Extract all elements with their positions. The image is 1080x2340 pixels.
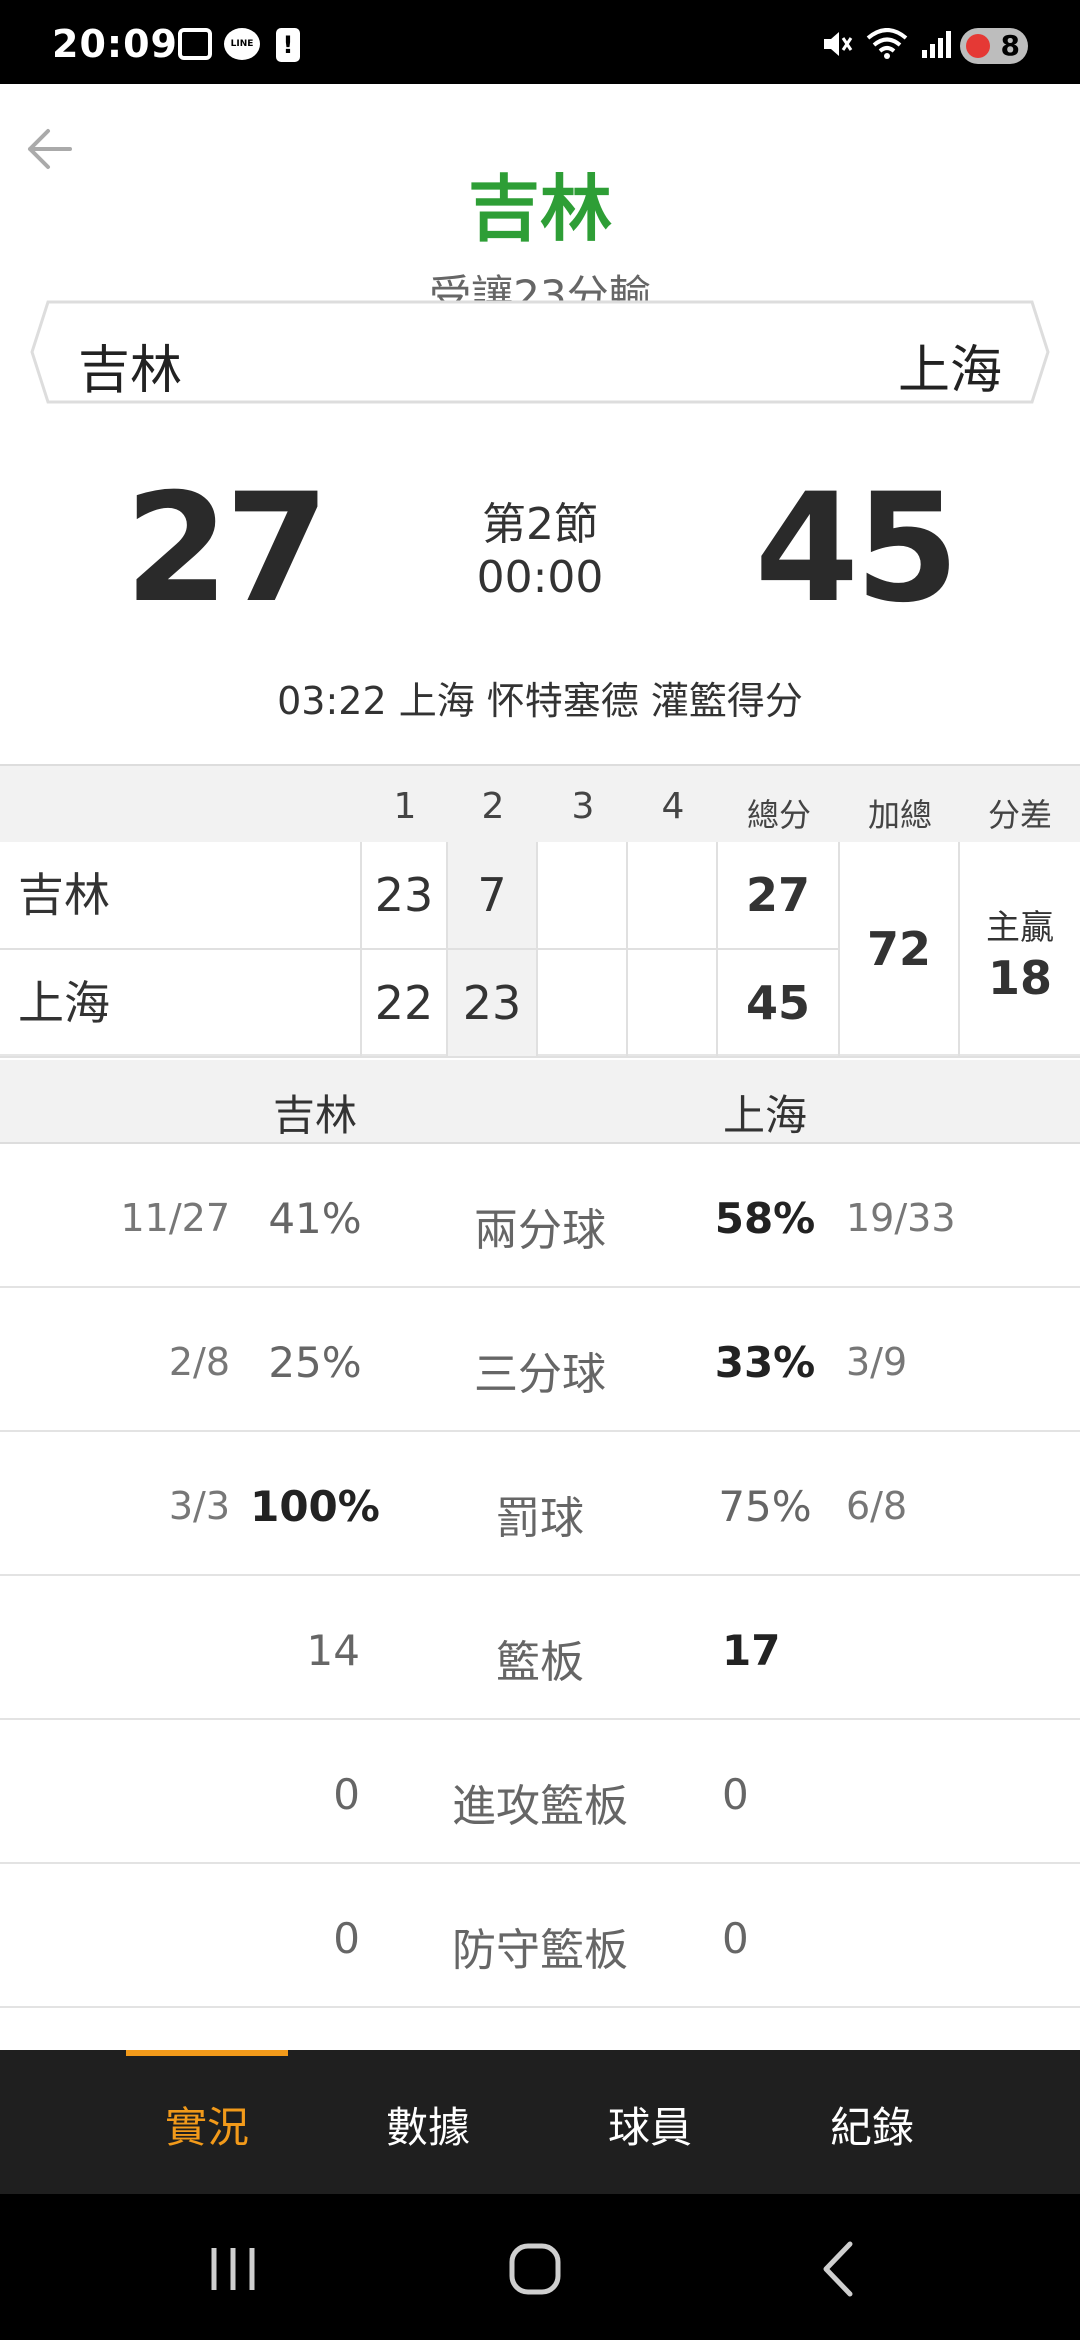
quarter-table: 吉林 23 7 27 上海 22 23 45 72 主贏 18 xyxy=(0,842,1080,1058)
table-cell-q4 xyxy=(628,950,718,1058)
stat-away-raw: 3/9 xyxy=(846,1340,908,1384)
header-sum: 加總 xyxy=(867,796,932,834)
diff-value: 18 xyxy=(987,951,1052,1005)
game-clock: 00:00 xyxy=(476,552,604,603)
stat-home-pct: 25% xyxy=(268,1338,362,1387)
stat-home-pct: 41% xyxy=(268,1194,362,1243)
table-cell-q4 xyxy=(628,842,718,950)
matchup-home-team: 吉林 xyxy=(78,341,183,401)
status-bar: 20:09 LINE ! 8 xyxy=(0,0,1080,84)
table-cell-q2: 23 xyxy=(448,950,538,1058)
home-score: 27 xyxy=(124,462,330,636)
stat-home-value: 14 xyxy=(306,1626,360,1675)
screenshot-icon xyxy=(178,28,212,60)
stat-away-pct: 75% xyxy=(718,1482,812,1531)
stat-home-pct: 100% xyxy=(250,1482,380,1531)
table-cell-q2: 7 xyxy=(448,842,538,950)
line-app-icon: LINE xyxy=(224,28,260,60)
header-q2: 2 xyxy=(481,786,505,827)
battery-level: 8 xyxy=(1000,29,1020,62)
table-cell-total: 45 xyxy=(718,950,840,1058)
signal-icon xyxy=(920,28,956,60)
battery-icon: 8 xyxy=(960,28,1028,64)
header-total: 總分 xyxy=(746,796,811,834)
stats-header: 吉林 上海 xyxy=(0,1060,1080,1144)
game-period: 第2節 xyxy=(482,499,598,550)
stat-home-raw: 11/27 xyxy=(120,1196,230,1240)
header-q4: 4 xyxy=(661,786,685,827)
header-q3: 3 xyxy=(571,786,595,827)
tab-records[interactable]: 紀錄 xyxy=(762,2094,982,2155)
mute-icon xyxy=(820,28,854,60)
tab-data[interactable]: 數據 xyxy=(318,2094,538,2155)
page-title: 吉林 xyxy=(467,167,612,251)
tab-live[interactable]: 實況 xyxy=(97,2094,317,2155)
stat-home-value: 0 xyxy=(333,1914,360,1963)
header-diff: 分差 xyxy=(987,796,1052,834)
stat-away-pct: 33% xyxy=(714,1338,816,1387)
stat-away-value: 0 xyxy=(722,1914,749,1963)
active-tab-indicator xyxy=(126,2050,288,2056)
table-cell-sum: 72 xyxy=(840,842,960,1058)
table-cell-q3 xyxy=(538,842,628,950)
table-cell-q3 xyxy=(538,950,628,1058)
home-icon[interactable] xyxy=(500,2234,570,2304)
stat-label: 三分球 xyxy=(474,1349,606,1400)
alert-icon: ! xyxy=(276,28,300,62)
stats-away-team: 上海 xyxy=(722,1091,807,1140)
system-nav-bar xyxy=(0,2194,1080,2340)
battery-saver-dot xyxy=(966,34,990,58)
stats-home-team: 吉林 xyxy=(272,1091,357,1140)
stat-away-value: 17 xyxy=(722,1626,781,1675)
status-time: 20:09 xyxy=(52,22,178,66)
table-cell-q1: 23 xyxy=(362,842,448,950)
stat-label: 進攻籃板 xyxy=(452,1781,628,1832)
away-score: 45 xyxy=(754,462,960,636)
stat-row-rebounds: 14 籃板 17 xyxy=(0,1576,1080,1720)
header-q1: 1 xyxy=(393,786,417,827)
stat-label: 防守籃板 xyxy=(452,1925,628,1976)
stat-home-raw: 3/3 xyxy=(168,1484,230,1528)
stat-row-three-pointers: 2/8 25% 三分球 33% 3/9 xyxy=(0,1288,1080,1432)
table-row-team: 上海 xyxy=(0,950,362,1058)
matchup-away-team: 上海 xyxy=(897,341,1002,401)
system-back-icon[interactable] xyxy=(806,2234,876,2304)
last-play-text: 03:22 上海 怀特塞德 灌籃得分 xyxy=(277,679,803,723)
stat-row-two-pointers: 11/27 41% 兩分球 58% 19/33 xyxy=(0,1144,1080,1288)
stat-away-value: 0 xyxy=(722,1770,749,1819)
matchup-bar: 吉林 上海 xyxy=(28,298,1052,406)
tab-players[interactable]: 球員 xyxy=(540,2094,760,2155)
quarter-table-header: 1 2 3 4 總分 加總 分差 xyxy=(0,764,1080,842)
stat-home-raw: 2/8 xyxy=(168,1340,230,1384)
table-row-team: 吉林 xyxy=(0,842,362,950)
stat-away-raw: 6/8 xyxy=(846,1484,908,1528)
wifi-icon xyxy=(866,28,908,60)
stat-label: 兩分球 xyxy=(474,1205,606,1256)
table-cell-q1: 22 xyxy=(362,950,448,1058)
stat-row-defensive-rebounds: 0 防守籃板 0 xyxy=(0,1864,1080,2008)
table-cell-diff: 主贏 18 xyxy=(960,842,1080,1058)
stat-row-offensive-rebounds: 0 進攻籃板 0 xyxy=(0,1720,1080,1864)
bottom-nav: 實況 數據 球員 紀錄 xyxy=(0,2050,1080,2194)
recent-apps-icon[interactable] xyxy=(198,2234,268,2304)
stat-label: 罰球 xyxy=(496,1493,584,1544)
table-cell-total: 27 xyxy=(718,842,840,950)
diff-label: 主贏 xyxy=(986,908,1054,948)
stat-away-pct: 58% xyxy=(714,1194,816,1243)
stat-row-free-throws: 3/3 100% 罰球 75% 6/8 xyxy=(0,1432,1080,1576)
stat-away-raw: 19/33 xyxy=(846,1196,956,1240)
stat-label: 籃板 xyxy=(496,1637,584,1688)
stat-home-value: 0 xyxy=(333,1770,360,1819)
